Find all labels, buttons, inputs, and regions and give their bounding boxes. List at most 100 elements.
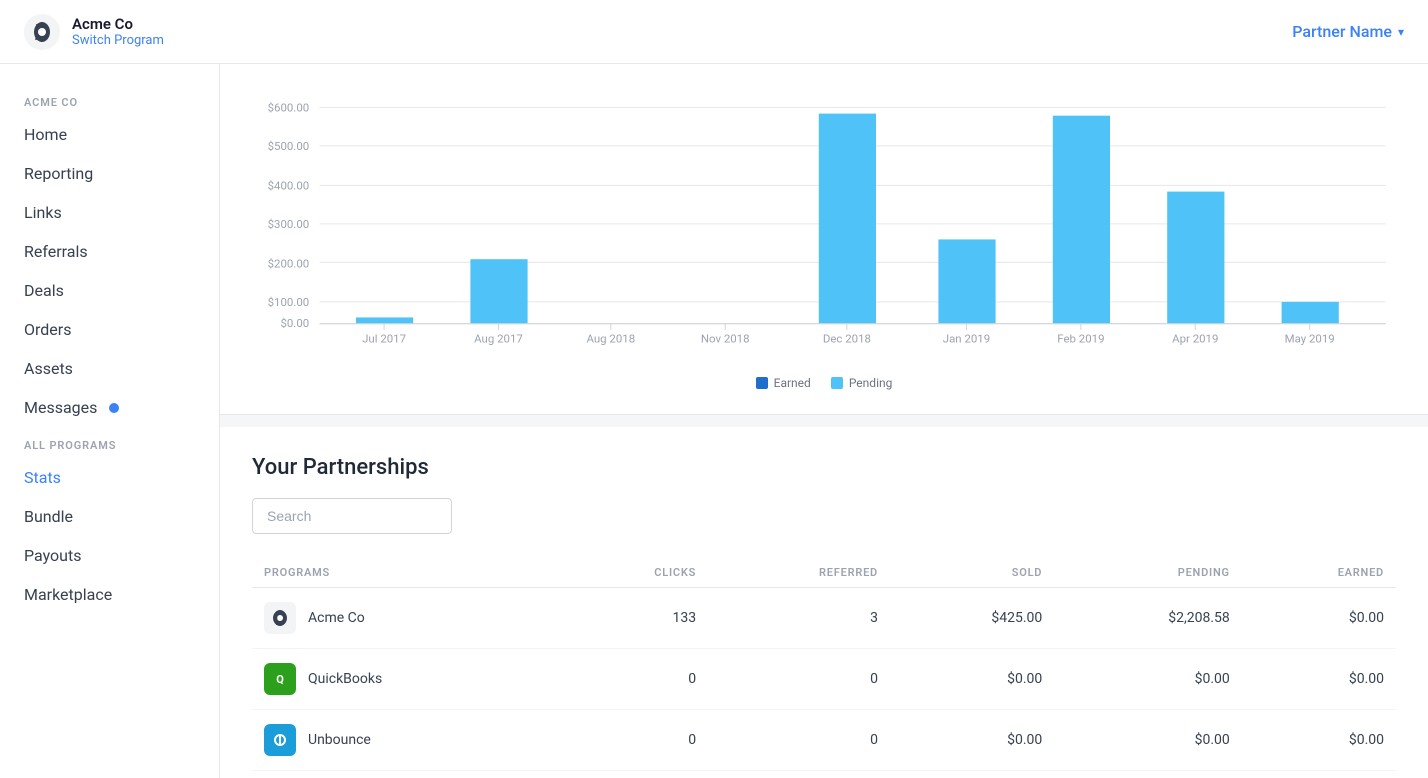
quickbooks-pending: $0.00 xyxy=(1054,649,1242,710)
header-right: Partner Name ▾ xyxy=(1292,22,1404,41)
sidebar-item-marketplace[interactable]: Marketplace xyxy=(0,575,219,614)
sidebar-links-label: Links xyxy=(24,203,62,222)
partner-name-button[interactable]: Partner Name xyxy=(1292,22,1392,41)
unbounce-clicks: 0 xyxy=(564,710,708,771)
sidebar-item-assets[interactable]: Assets xyxy=(0,349,219,388)
sidebar-referrals-label: Referrals xyxy=(24,242,88,261)
sidebar-payouts-label: Payouts xyxy=(24,546,81,565)
sidebar-orders-label: Orders xyxy=(24,320,71,339)
col-earned: EARNED xyxy=(1242,558,1396,588)
partnerships-table: PROGRAMS CLICKS REFERRED SOLD PENDING EA… xyxy=(252,558,1396,778)
unbounce-referred: 0 xyxy=(708,710,890,771)
quickbooks-clicks: 0 xyxy=(564,649,708,710)
svg-text:Aug 2018: Aug 2018 xyxy=(586,331,635,345)
quickbooks-name: QuickBooks xyxy=(308,671,382,687)
search-input[interactable] xyxy=(252,498,452,534)
bar-apr2019-pending xyxy=(1167,192,1224,324)
header: Acme Co Switch Program Partner Name ▾ xyxy=(0,0,1428,64)
unbounce-earned: $0.00 xyxy=(1242,710,1396,771)
asana-sold: $0.00 xyxy=(890,771,1054,778)
sidebar-item-messages[interactable]: Messages xyxy=(0,388,219,427)
legend-earned: Earned xyxy=(756,376,811,390)
table-row[interactable]: Asana 0 0 $0.00 $0.00 $0.00 xyxy=(252,771,1396,778)
table-row[interactable]: Acme Co 133 3 $425.00 $2,208.58 $0.00 xyxy=(252,588,1396,649)
svg-text:Feb 2019: Feb 2019 xyxy=(1057,331,1104,345)
table-row[interactable]: Unbounce 0 0 $0.00 $0.00 $0.00 xyxy=(252,710,1396,771)
acme-sold: $425.00 xyxy=(890,588,1054,649)
acme-logo-icon xyxy=(24,14,60,50)
sidebar-item-payouts[interactable]: Payouts xyxy=(0,536,219,575)
sidebar-item-reporting[interactable]: Reporting xyxy=(0,154,219,193)
header-title-group: Acme Co Switch Program xyxy=(72,15,164,48)
asana-pending: $0.00 xyxy=(1054,771,1242,778)
table-body: Acme Co 133 3 $425.00 $2,208.58 $0.00 xyxy=(252,588,1396,778)
sidebar-item-deals[interactable]: Deals xyxy=(0,271,219,310)
partnerships-section: Your Partnerships PROGRAMS CLICKS REFERR… xyxy=(220,427,1428,778)
bar-dec2018-pending xyxy=(819,114,876,324)
unbounce-sold: $0.00 xyxy=(890,710,1054,771)
svg-text:Jan 2019: Jan 2019 xyxy=(943,331,990,345)
bar-chart-svg: $600.00 $500.00 $400.00 $300.00 $200.00 … xyxy=(252,88,1396,368)
messages-badge xyxy=(109,403,119,413)
sidebar-item-home[interactable]: Home xyxy=(0,115,219,154)
sidebar-reporting-label: Reporting xyxy=(24,164,93,183)
acme-name: Acme Co xyxy=(308,610,365,626)
col-clicks: CLICKS xyxy=(564,558,708,588)
earnings-chart: $600.00 $500.00 $400.00 $300.00 $200.00 … xyxy=(252,88,1396,368)
chart-section: $600.00 $500.00 $400.00 $300.00 $200.00 … xyxy=(220,64,1428,415)
sidebar-item-bundle[interactable]: Bundle xyxy=(0,497,219,536)
program-cell-asana: Asana xyxy=(252,771,564,778)
svg-text:$0.00: $0.00 xyxy=(280,316,309,330)
table-row[interactable]: Q QuickBooks 0 0 $0.00 $0.00 $0.00 xyxy=(252,649,1396,710)
svg-text:$100.00: $100.00 xyxy=(268,295,310,309)
bar-jan2019-pending xyxy=(938,239,995,323)
quickbooks-earned: $0.00 xyxy=(1242,649,1396,710)
program-cell-acme: Acme Co xyxy=(252,588,564,649)
sidebar-item-stats[interactable]: Stats xyxy=(0,458,219,497)
svg-text:Dec 2018: Dec 2018 xyxy=(823,331,871,345)
acme-earned: $0.00 xyxy=(1242,588,1396,649)
quickbooks-referred: 0 xyxy=(708,649,890,710)
header-left: Acme Co Switch Program xyxy=(24,14,164,50)
legend-earned-color xyxy=(756,377,768,389)
partnerships-title: Your Partnerships xyxy=(252,455,1396,480)
col-sold: SOLD xyxy=(890,558,1054,588)
bar-aug2017-pending xyxy=(470,259,527,323)
col-pending: PENDING xyxy=(1054,558,1242,588)
legend-pending-color xyxy=(831,377,843,389)
legend-pending: Pending xyxy=(831,376,893,390)
sidebar-item-referrals[interactable]: Referrals xyxy=(0,232,219,271)
sidebar-item-links[interactable]: Links xyxy=(0,193,219,232)
program-cell-quickbooks: Q QuickBooks xyxy=(252,649,564,710)
legend-pending-label: Pending xyxy=(849,376,893,390)
svg-text:$600.00: $600.00 xyxy=(268,101,310,115)
sidebar-assets-label: Assets xyxy=(24,359,73,378)
svg-text:Apr 2019: Apr 2019 xyxy=(1172,331,1218,345)
program-cell-unbounce: Unbounce xyxy=(252,710,564,771)
sidebar: ACME CO Home Reporting Links Referrals D… xyxy=(0,64,220,778)
acme-referred: 3 xyxy=(708,588,890,649)
asana-clicks: 0 xyxy=(564,771,708,778)
switch-program-link[interactable]: Switch Program xyxy=(72,33,164,48)
chart-legend: Earned Pending xyxy=(252,376,1396,390)
sidebar-home-label: Home xyxy=(24,125,67,144)
sidebar-marketplace-label: Marketplace xyxy=(24,585,112,604)
unbounce-name: Unbounce xyxy=(308,732,371,748)
quickbooks-sold: $0.00 xyxy=(890,649,1054,710)
partner-dropdown-arrow-icon[interactable]: ▾ xyxy=(1398,25,1404,39)
svg-text:Jul 2017: Jul 2017 xyxy=(362,331,406,345)
svg-text:$200.00: $200.00 xyxy=(268,257,310,271)
legend-earned-label: Earned xyxy=(774,376,811,390)
sidebar-item-orders[interactable]: Orders xyxy=(0,310,219,349)
acme-icon xyxy=(264,602,296,634)
sidebar-bundle-label: Bundle xyxy=(24,507,73,526)
svg-text:$500.00: $500.00 xyxy=(268,139,310,153)
unbounce-icon xyxy=(264,724,296,756)
col-referred: REFERRED xyxy=(708,558,890,588)
main-content: $600.00 $500.00 $400.00 $300.00 $200.00 … xyxy=(220,64,1428,778)
sidebar-section-acme-label: ACME CO xyxy=(0,84,219,115)
sidebar-deals-label: Deals xyxy=(24,281,64,300)
svg-text:Nov 2018: Nov 2018 xyxy=(701,331,750,345)
table-header: PROGRAMS CLICKS REFERRED SOLD PENDING EA… xyxy=(252,558,1396,588)
sidebar-messages-label: Messages xyxy=(24,398,97,417)
